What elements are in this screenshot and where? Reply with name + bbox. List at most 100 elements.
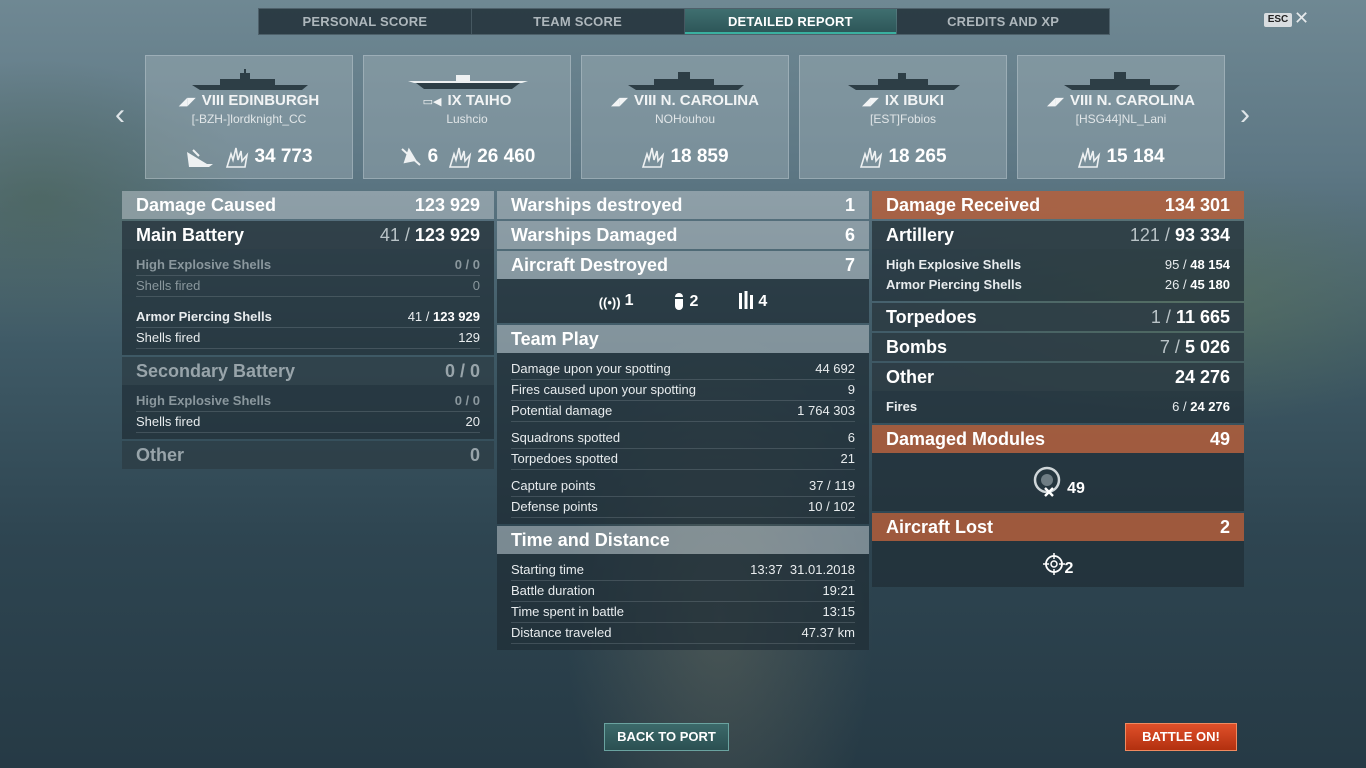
ship-card-4[interactable]: ◢◤ IX IBUKI [EST]Fobios 18 265	[799, 55, 1007, 179]
ship-name-label: ◢◤ VIII N. CAROLINA	[1047, 92, 1195, 109]
ship-stats: 34 773	[146, 146, 352, 168]
cruiser-icon: ◢◤	[178, 96, 196, 108]
player-name: [HSG44]NL_Lani	[1075, 112, 1167, 126]
tab-personal-score[interactable]: PERSONAL SCORE	[259, 9, 472, 34]
damage-dealt-stat: 26 460	[448, 146, 535, 168]
ship-card-2[interactable]: ▭◀ IX TAIHO Lushcio 6 26 460	[363, 55, 571, 179]
stat-row: Torpedoes spotted 21	[511, 449, 855, 470]
explosion-icon	[1078, 147, 1101, 168]
secondary-battery-details: High Explosive Shells 0 / 0 Shells fired 2…	[122, 385, 494, 439]
stat-row: High Explosive Shells 0 / 0	[136, 255, 480, 276]
artillery-header: Artillery 121 / 93 334	[872, 221, 1244, 249]
bombs-header: Bombs 7 / 5 026	[872, 333, 1244, 361]
explosion-icon	[226, 147, 249, 168]
stat-row: Shells fired 129	[136, 328, 480, 349]
stat-row: Armor Piercing Shells 41 / 123 929	[136, 307, 480, 328]
warships-damaged-header: Warships Damaged 6	[497, 221, 869, 249]
close-icon[interactable]: ✕	[1294, 8, 1309, 29]
aircraft-lost-header: Aircraft Lost 2	[872, 513, 1244, 541]
torpedo-bomber-stat: 2	[673, 291, 698, 311]
carousel-prev-arrow-icon[interactable]: ‹	[115, 100, 125, 130]
player-name: Lushcio	[446, 112, 488, 126]
stat-row: High Explosive Shells 0 / 0	[136, 391, 480, 412]
damaged-modules-detail: 49	[872, 453, 1244, 511]
main-battery-header: Main Battery 41 / 123 929	[122, 221, 494, 249]
ship-name-label: ◢◤ VIII EDINBURGH	[178, 92, 320, 109]
stat-row: Fires 6 / 24 276	[886, 399, 1230, 414]
ship-stats: 18 859	[582, 146, 788, 168]
fighter-stat: ((•)) 1	[598, 292, 634, 310]
combat-summary-panel: Warships destroyed 1 Warships Damaged 6 Ai…	[497, 191, 869, 650]
stat-row: Damage upon your spotting 44 692	[511, 359, 855, 380]
tab-team-score[interactable]: TEAM SCORE	[472, 9, 685, 34]
ship-card-5[interactable]: ◢◤ VIII N. CAROLINA [HSG44]NL_Lani 15 184	[1017, 55, 1225, 179]
stat-row: Armor Piercing Shells 26 / 45 180	[886, 277, 1230, 292]
stat-row: Shells fired 0	[136, 276, 480, 297]
planes-destroyed-stat: 6	[399, 146, 438, 168]
torpedo-bomber-icon	[675, 293, 684, 310]
battleship-icon: ◢◤	[1047, 96, 1064, 108]
damage-dealt-stat: 34 773	[225, 146, 313, 168]
ship-card-3[interactable]: ◢◤ VIII N. CAROLINA NOHouhou 18 859	[581, 55, 789, 179]
crosshair-icon	[1042, 553, 1065, 575]
stat-row: Starting time 13:37 31.01.2018	[511, 560, 855, 581]
stat-row: Battle duration 19:21	[511, 581, 855, 602]
ship-card-1[interactable]: ◢◤ VIII EDINBURGH [-BZH-]lordknight_CC 34…	[145, 55, 353, 179]
artillery-details: High Explosive Shells 95 / 48 154 Armor P…	[872, 249, 1244, 301]
stat-row: Time spent in battle 13:15	[511, 602, 855, 623]
plane-destroyed-icon	[400, 147, 421, 166]
stat-row: Distance traveled 47.37 km	[511, 623, 855, 644]
damaged-module-icon	[1033, 466, 1061, 497]
warships-destroyed-header: Warships destroyed 1	[497, 191, 869, 219]
secondary-battery-header: Secondary Battery 0 / 0	[122, 357, 494, 385]
aircraft-type-breakdown: ((•)) 1 2 4	[497, 279, 869, 323]
battle-on-button[interactable]: BATTLE ON!	[1125, 723, 1237, 751]
damaged-modules-header: Damaged Modules 49	[872, 425, 1244, 453]
ship-silhouette-icon	[408, 75, 528, 89]
player-name: [EST]Fobios	[869, 112, 937, 126]
ship-name-label: ◢◤ VIII N. CAROLINA	[611, 92, 759, 109]
tab-credits-and-xp[interactable]: CREDITS AND XP	[897, 9, 1109, 34]
stat-row: Shells fired 20	[136, 412, 480, 433]
ship-name-label: ◢◤ IX IBUKI	[861, 92, 945, 109]
time-and-distance-details: Starting time 13:37 31.01.2018 Battle dur…	[497, 554, 869, 650]
ship-silhouette-icon	[628, 72, 744, 90]
ship-silhouette-icon	[848, 73, 960, 90]
main-battery-details: High Explosive Shells 0 / 0 Shells fired 0…	[122, 249, 494, 355]
back-to-port-button[interactable]: BACK TO PORT	[604, 723, 729, 751]
damage-caused-panel: Damage Caused 123 929 Main Battery 41 / …	[122, 191, 494, 469]
player-name: [-BZH-]lordknight_CC	[191, 112, 307, 126]
tab-detailed-report[interactable]: DETAILED REPORT	[684, 9, 898, 34]
explosion-icon	[449, 147, 472, 168]
team-play-header: Team Play	[497, 325, 869, 353]
damage-received-header: Damage Received 134 301	[872, 191, 1244, 219]
aircraft-destroyed-header: Aircraft Destroyed 7	[497, 251, 869, 279]
stat-row: High Explosive Shells 95 / 48 154	[886, 257, 1230, 272]
ship-silhouette-icon	[1064, 72, 1180, 90]
stat-row: Capture points 37 / 119	[511, 476, 855, 497]
carrier-icon: ▭◀	[422, 96, 442, 108]
ship-name-label: ▭◀ IX TAIHO	[422, 92, 512, 109]
time-and-distance-header: Time and Distance	[497, 526, 869, 554]
battleship-icon: ◢◤	[611, 96, 628, 108]
damage-dealt-stat: 18 265	[859, 146, 947, 168]
cruiser-icon: ◢◤	[861, 96, 879, 108]
ship-stats: 18 265	[800, 146, 1006, 168]
fighter-icon: ((•))	[598, 295, 621, 310]
torpedoes-header: Torpedoes 1 / 11 665	[872, 303, 1244, 331]
team-play-details: Damage upon your spotting 44 692 Fires ca…	[497, 353, 869, 524]
other-received-header: Other 24 276	[872, 363, 1244, 391]
stat-row: Potential damage 1 764 303	[511, 401, 855, 422]
report-tabs: PERSONAL SCORE TEAM SCORE DETAILED REPOR…	[258, 8, 1110, 35]
stat-row: Fires caused upon your spotting 9	[511, 380, 855, 401]
ship-sunk-icon	[187, 149, 214, 167]
explosion-icon	[642, 147, 665, 168]
player-name: NOHouhou	[654, 112, 716, 126]
aircraft-lost-detail: 2	[872, 541, 1244, 587]
ship-silhouette-icon	[192, 69, 308, 90]
carousel-next-arrow-icon[interactable]: ›	[1240, 100, 1250, 130]
damage-received-panel: Damage Received 134 301 Artillery 121 / 9…	[872, 191, 1244, 587]
ship-sunk-stat	[185, 146, 215, 168]
damage-caused-header: Damage Caused 123 929	[122, 191, 494, 219]
stat-row: Defense points 10 / 102	[511, 497, 855, 518]
